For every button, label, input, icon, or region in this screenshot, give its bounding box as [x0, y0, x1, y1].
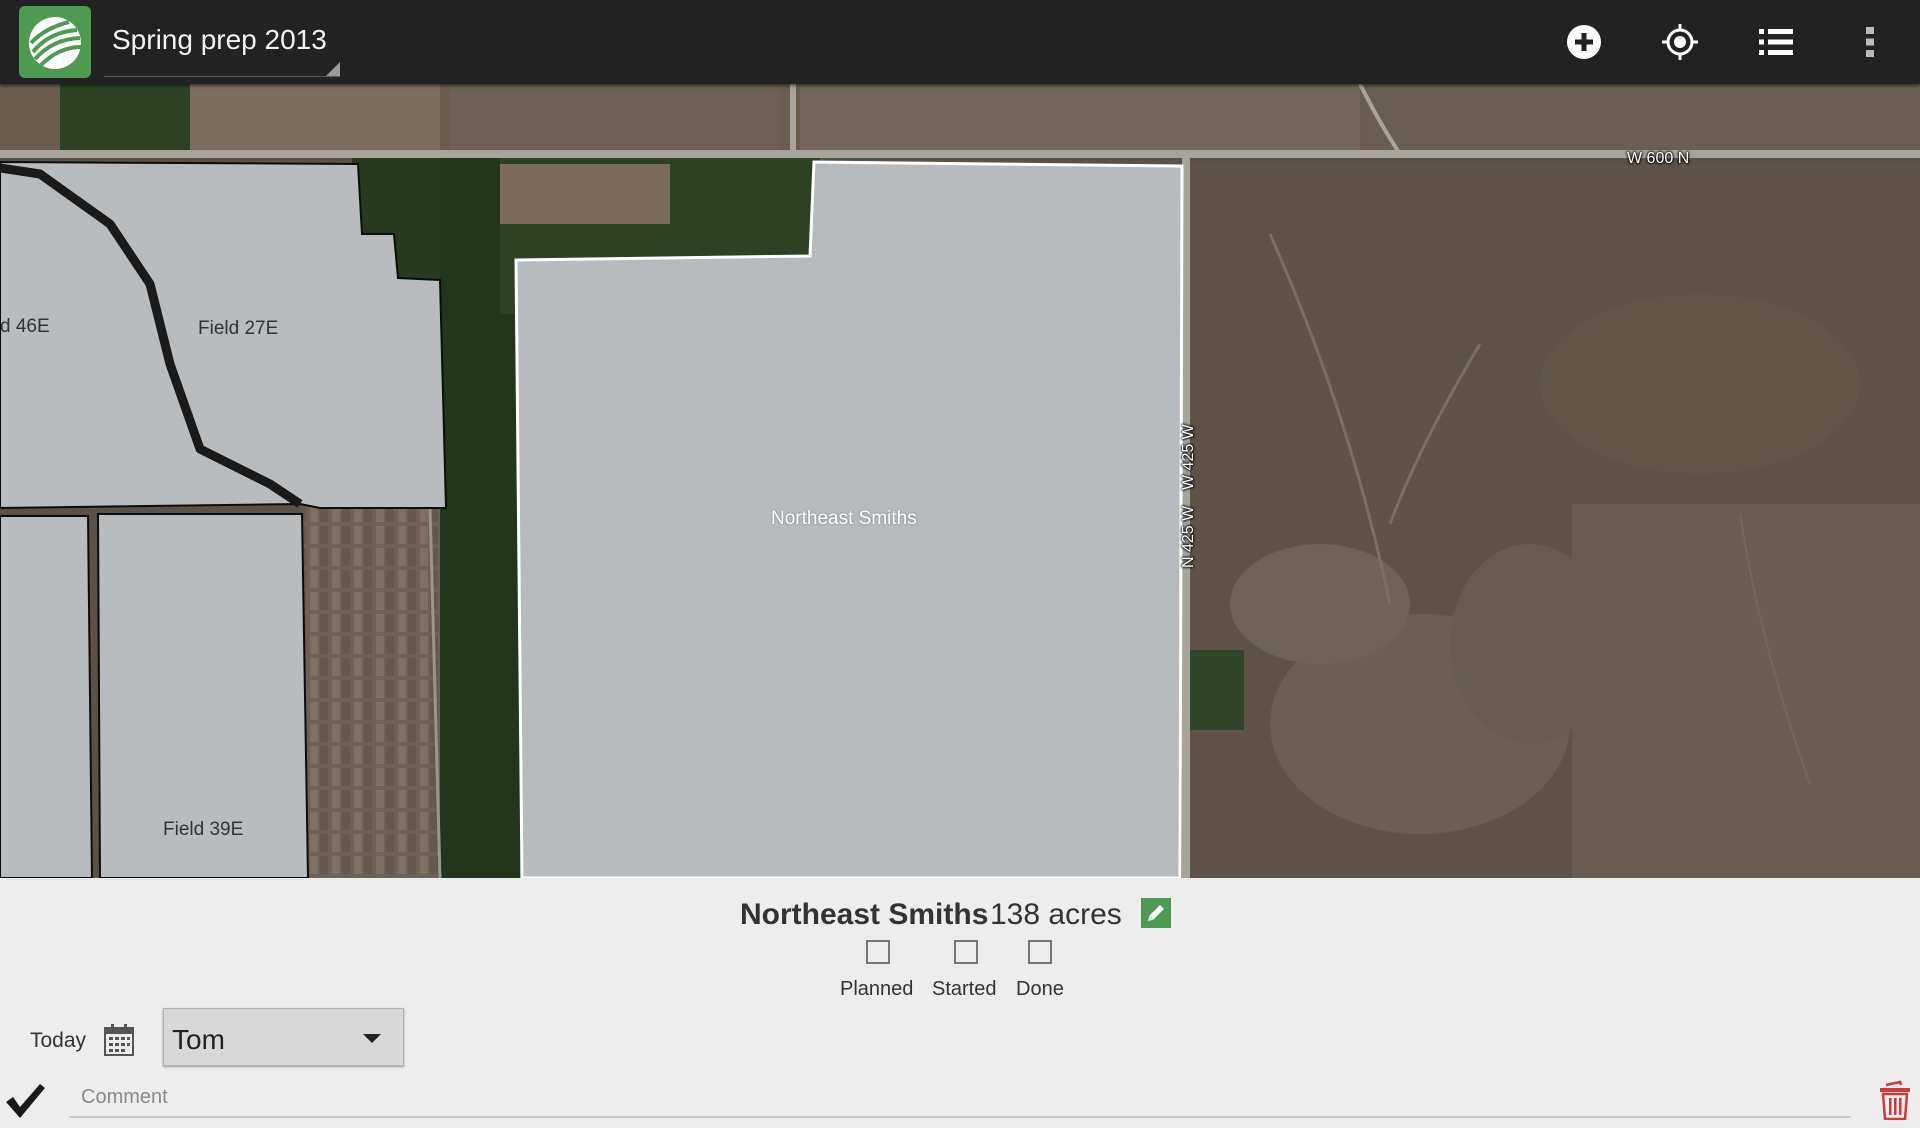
road-label: N 425 W — [1180, 505, 1197, 568]
spinner-corner-icon — [326, 62, 340, 76]
selected-field-name: Northeast Smiths — [740, 898, 989, 931]
road-label: W 600 N — [1627, 150, 1690, 167]
add-button[interactable] — [1552, 10, 1616, 74]
started-label: Started — [932, 978, 997, 1000]
date-picker-button[interactable] — [104, 1024, 134, 1056]
planned-checkbox[interactable] — [866, 940, 890, 964]
date-label[interactable]: Today — [30, 1029, 86, 1053]
farm-field-logo-icon[interactable] — [19, 6, 91, 78]
plan-title: Spring prep 2013 — [112, 24, 327, 55]
edit-icon — [1141, 898, 1171, 928]
assignee-value: Tom — [172, 1024, 225, 1055]
done-label: Done — [1016, 978, 1064, 1000]
field-acres: 138 acres — [990, 898, 1122, 931]
field-detail-panel: Northeast Smiths 138 acres Planned Start… — [0, 878, 1920, 1128]
road-label: W 425 W — [1180, 424, 1197, 490]
dropdown-arrow-icon — [363, 1034, 381, 1043]
assignee-dropdown[interactable]: Tom — [163, 1008, 404, 1066]
field-label: Field 27E — [198, 318, 279, 339]
list-button[interactable] — [1744, 10, 1808, 74]
edit-field-button[interactable] — [1141, 898, 1171, 928]
overflow-menu-button[interactable] — [1838, 10, 1902, 74]
field-label: d 46E — [0, 316, 50, 337]
started-checkbox[interactable] — [954, 940, 978, 964]
action-bar: Spring prep 2013 — [0, 0, 1920, 84]
planned-label: Planned — [840, 978, 914, 1000]
add-icon — [1567, 25, 1601, 59]
comment-input[interactable] — [69, 1078, 1851, 1118]
plan-selector[interactable]: Spring prep 2013 — [104, 10, 340, 77]
calendar-icon — [104, 1024, 134, 1056]
field-label: Field 39E — [163, 819, 244, 840]
list-icon — [1759, 29, 1793, 55]
done-checkbox[interactable] — [1028, 940, 1052, 964]
overflow-menu-icon — [1866, 27, 1874, 57]
checkmark-icon — [6, 1084, 45, 1118]
my-location-button[interactable] — [1648, 10, 1712, 74]
trash-icon — [1880, 1080, 1910, 1121]
selected-field-label: Northeast Smiths — [771, 508, 917, 529]
field-west-boundary[interactable] — [0, 515, 94, 878]
field-map[interactable]: d 46E Field 27E Field 39E Northeast Smit… — [0, 84, 1920, 878]
save-button[interactable] — [4, 1082, 46, 1120]
delete-button[interactable] — [1878, 1080, 1912, 1121]
my-location-icon — [1662, 24, 1698, 60]
